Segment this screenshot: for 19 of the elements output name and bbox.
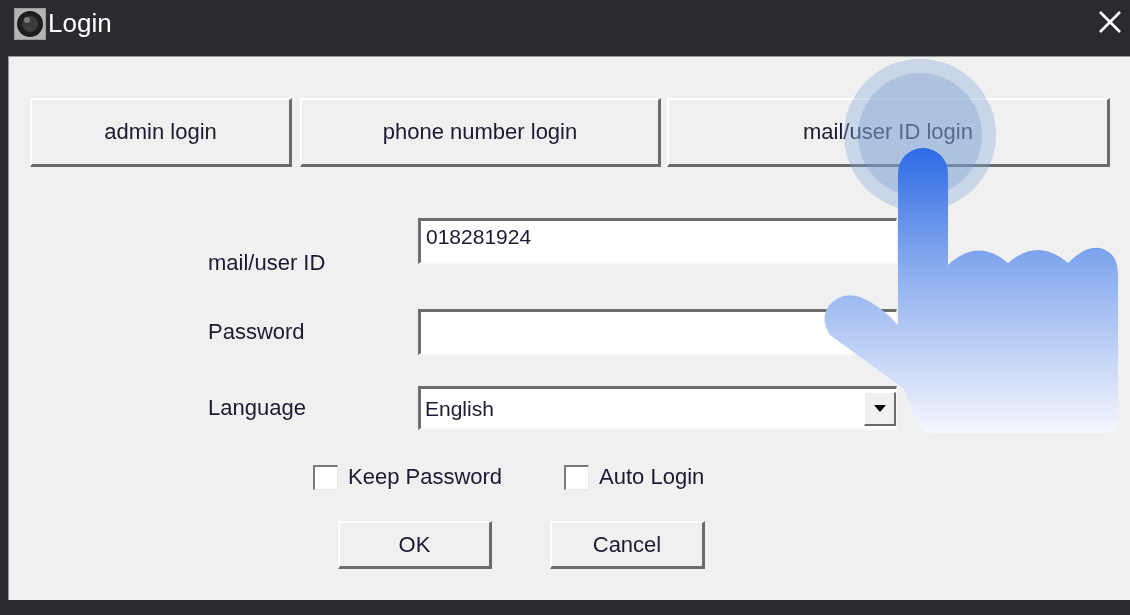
caret-icon <box>873 404 886 412</box>
login-mode-button[interactable]: phone number login <box>300 98 661 167</box>
checkbox-label[interactable]: Keep Password <box>348 464 503 490</box>
field-label: Password <box>208 319 305 345</box>
close-button[interactable] <box>1098 10 1122 34</box>
close-icon <box>1098 10 1122 34</box>
window-title: Login <box>48 8 112 38</box>
user-id-field[interactable]: 018281924 <box>418 218 897 264</box>
checkbox-label[interactable]: Auto Login <box>599 464 705 490</box>
dialog-button[interactable]: OK <box>338 521 492 569</box>
field-label: mail/user ID <box>208 250 326 276</box>
checkbox[interactable] <box>564 464 590 490</box>
dialog-button[interactable]: Cancel <box>550 521 705 569</box>
lens-icon <box>14 8 46 40</box>
language-select[interactable]: English <box>418 386 897 430</box>
field-label: Language <box>208 395 306 421</box>
checkbox[interactable] <box>313 464 338 490</box>
login-mode-button[interactable]: admin login <box>30 98 292 167</box>
dropdown-button[interactable] <box>864 391 896 426</box>
